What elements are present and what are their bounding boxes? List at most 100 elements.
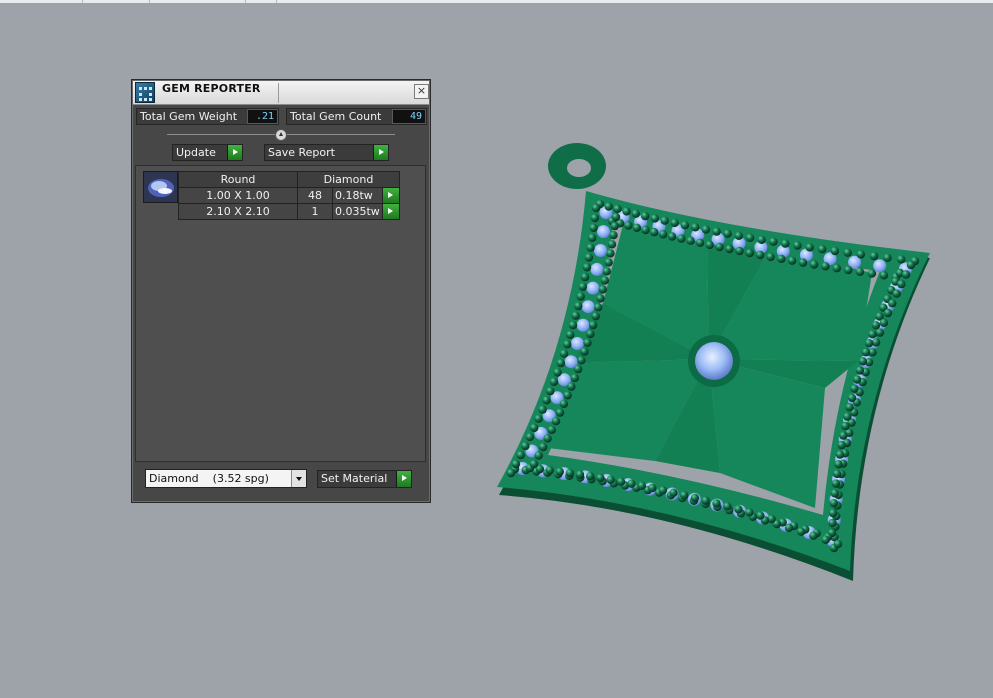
- update-button[interactable]: Update: [172, 144, 243, 161]
- prong-bead: [553, 368, 562, 377]
- gem-size-cell: 1.00 X 1.00: [178, 187, 298, 204]
- prong-bead: [843, 412, 852, 421]
- prong-bead: [669, 488, 678, 497]
- prong-bead: [575, 470, 585, 479]
- total-gem-count-value: 49: [392, 109, 426, 124]
- prong-bead: [839, 431, 848, 440]
- prong-bead: [648, 483, 657, 493]
- prong-bead: [712, 227, 721, 236]
- column-header-shape: Round: [178, 171, 298, 188]
- prong-bead: [735, 246, 744, 256]
- material-selected-value: Diamond (3.52 spg): [149, 472, 269, 485]
- prong-bead: [559, 399, 569, 409]
- prong-bead: [701, 496, 710, 505]
- prong-bead: [831, 479, 841, 488]
- table-row[interactable]: 1.00 X 1.00 48 0.18tw: [178, 187, 400, 204]
- prong-bead: [777, 254, 786, 263]
- prong-bead: [781, 239, 790, 248]
- slider-thumb-icon[interactable]: [275, 129, 287, 141]
- pave-diamond: [576, 318, 590, 332]
- prong-bead: [828, 518, 837, 528]
- pave-diamond: [873, 259, 887, 273]
- prong-bead: [542, 396, 551, 405]
- table-row[interactable]: 2.10 X 2.10 1 0.035tw: [178, 203, 400, 220]
- gem-count-cell: 48: [297, 187, 333, 204]
- update-label: Update: [176, 146, 216, 159]
- prong-bead: [701, 225, 711, 234]
- gem-weight-cell: 0.18tw: [332, 187, 383, 204]
- prong-bead: [879, 271, 889, 280]
- prong-bead: [594, 303, 603, 312]
- prong-bead: [691, 223, 700, 232]
- prong-bead: [580, 272, 590, 282]
- prong-bead: [723, 229, 732, 238]
- prong-bead: [583, 338, 592, 347]
- prong-bead: [604, 202, 613, 211]
- prong-bead: [830, 489, 840, 498]
- close-icon[interactable]: ×: [414, 84, 429, 99]
- prong-bead: [723, 502, 732, 511]
- prong-bead: [867, 269, 877, 278]
- prong-bead: [809, 260, 819, 269]
- gem-table: Round Diamond 1.00 X 1.00 48 0.18tw 2.10…: [178, 171, 400, 220]
- gem-reporter-panel: GEM REPORTER × Total Gem Weight .21 Tota…: [131, 79, 431, 503]
- save-report-button[interactable]: Save Report: [264, 144, 389, 161]
- prong-bead: [588, 320, 598, 330]
- prong-bead: [897, 279, 906, 289]
- prong-bead: [745, 508, 754, 517]
- prong-bead: [573, 364, 583, 374]
- prong-bead: [624, 221, 633, 230]
- panel-titlebar[interactable]: GEM REPORTER ×: [133, 81, 429, 105]
- select-row-button[interactable]: [382, 187, 400, 204]
- gem-list: Round Diamond 1.00 X 1.00 48 0.18tw 2.10…: [135, 165, 426, 462]
- go-arrow-icon: [227, 145, 242, 160]
- prong-bead: [539, 442, 548, 452]
- prong-bead: [868, 330, 877, 339]
- prong-bead: [613, 204, 622, 214]
- panel-title: GEM REPORTER: [162, 82, 261, 95]
- prong-bead: [604, 258, 613, 267]
- prong-bead: [734, 231, 743, 240]
- prong-bead: [511, 459, 521, 469]
- pave-diamond: [590, 262, 604, 276]
- prong-bead: [686, 236, 695, 245]
- prong-bead: [897, 255, 906, 264]
- prong-bead: [658, 230, 668, 239]
- prong-bead: [906, 260, 916, 270]
- set-material-button[interactable]: Set Material: [317, 470, 412, 488]
- prong-bead: [841, 421, 850, 431]
- prong-bead: [756, 511, 765, 520]
- prong-bead: [828, 508, 838, 518]
- dropdown-arrow-icon[interactable]: [291, 470, 306, 487]
- prong-bead: [833, 539, 843, 549]
- prong-bead: [600, 276, 610, 285]
- go-arrow-icon: [373, 145, 388, 160]
- prong-bead: [879, 318, 889, 327]
- prong-bead: [555, 408, 565, 417]
- prong-bead: [563, 340, 572, 349]
- prong-bead: [650, 214, 660, 223]
- center-diamond: [695, 342, 733, 380]
- prong-bead: [584, 253, 594, 262]
- prong-bead: [869, 251, 879, 261]
- prong-bead: [582, 263, 592, 272]
- prong-bead: [670, 218, 679, 228]
- pave-diamond: [597, 225, 610, 239]
- prong-bead: [559, 349, 569, 358]
- select-row-button[interactable]: [382, 203, 400, 220]
- prong-bead: [680, 491, 689, 500]
- prong-bead: [574, 301, 583, 311]
- save-report-label: Save Report: [268, 146, 335, 159]
- prong-bead: [549, 377, 559, 386]
- title-divider: [278, 83, 279, 103]
- round-gem-icon[interactable]: [143, 171, 178, 203]
- prong-bead: [586, 472, 595, 481]
- prong-bead: [805, 243, 814, 252]
- material-select[interactable]: Diamond (3.52 spg): [145, 469, 307, 488]
- prong-bead: [586, 243, 595, 252]
- prong-bead: [734, 505, 743, 514]
- prong-bead: [858, 357, 868, 366]
- prong-bead: [847, 393, 857, 403]
- prong-bead: [769, 237, 778, 246]
- prong-bead: [534, 414, 543, 423]
